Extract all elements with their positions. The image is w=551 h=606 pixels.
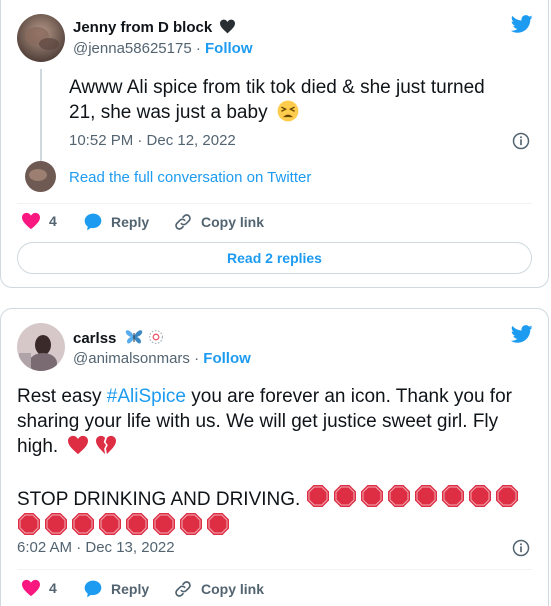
- hashtag-link[interactable]: #AliSpice: [107, 386, 186, 407]
- stop-sign-icon: [72, 513, 94, 535]
- butterfly-icon: [125, 330, 142, 344]
- read-conversation-link[interactable]: Read the full conversation on Twitter: [69, 169, 311, 186]
- reply-button[interactable]: Reply: [83, 579, 149, 599]
- thread-line: [40, 69, 42, 161]
- stop-signs-row-2: [17, 512, 522, 537]
- avatar[interactable]: [17, 14, 65, 62]
- stop-sign-icon: [180, 513, 202, 535]
- red-heart-icon: [68, 435, 89, 455]
- stop-sign-icon: [153, 513, 175, 535]
- stop-sign-icon: [306, 485, 329, 507]
- timestamp[interactable]: 10:52 PM · Dec 12, 2022: [69, 132, 236, 149]
- copy-link-label: Copy link: [201, 214, 265, 230]
- reply-label: Reply: [111, 214, 150, 230]
- black-heart-icon: [220, 19, 236, 34]
- stop-sign-icon: [333, 485, 356, 507]
- like-button[interactable]: 4: [21, 212, 57, 230]
- reply-label: Reply: [111, 581, 150, 597]
- author-handle[interactable]: @jenna58625175: [73, 40, 192, 57]
- copy-link-button[interactable]: Copy link: [173, 579, 264, 599]
- twitter-bird-icon[interactable]: [509, 13, 535, 35]
- link-icon: [175, 214, 191, 230]
- stop-sign-icon: [495, 485, 518, 507]
- separator: ·: [194, 350, 200, 367]
- like-count: 4: [49, 213, 57, 229]
- stop-signs-row-1: [306, 485, 522, 510]
- stop-sign-icon: [45, 513, 67, 535]
- stop-sign-icon: [414, 485, 437, 507]
- read-replies-button[interactable]: Read 2 replies: [17, 242, 532, 274]
- follow-link[interactable]: Follow: [203, 350, 251, 367]
- sparkle-badge-icon: [148, 329, 163, 345]
- stop-sign-icon: [360, 485, 383, 507]
- stop-sign-icon: [18, 513, 40, 535]
- like-count: 4: [49, 580, 57, 596]
- author-handle-row: @jenna58625175 · Follow: [73, 40, 253, 57]
- timestamp[interactable]: 6:02 AM · Dec 13, 2022: [17, 539, 175, 556]
- tweet-text: Rest easy #AliSpice you are forever an i…: [17, 384, 522, 537]
- stop-sign-icon: [387, 485, 410, 507]
- author-handle-row: @animalsonmars · Follow: [73, 350, 251, 367]
- author-handle[interactable]: @animalsonmars: [73, 350, 190, 367]
- avatar[interactable]: [17, 323, 65, 371]
- stop-sign-icon: [441, 485, 464, 507]
- heart-icon: [22, 579, 40, 597]
- stop-sign-icon: [126, 513, 148, 535]
- stop-sign-icon: [468, 485, 491, 507]
- follow-link[interactable]: Follow: [205, 40, 253, 57]
- copy-link-button[interactable]: Copy link: [173, 212, 264, 232]
- heart-icon: [22, 212, 40, 230]
- broken-heart-icon: [95, 435, 116, 455]
- info-icon[interactable]: [511, 131, 531, 151]
- reply-avatar[interactable]: [25, 161, 56, 192]
- tired-face-icon: [277, 100, 299, 122]
- author-name[interactable]: Jenny from D block: [73, 19, 236, 36]
- tweet-text: Awww Ali spice from tik tok died & she j…: [69, 77, 485, 123]
- divider: [17, 203, 532, 204]
- tweet-card-jenny: Jenny from D block @jenna58625175 · Foll…: [0, 0, 549, 288]
- divider: [17, 569, 532, 570]
- reply-button[interactable]: Reply: [83, 212, 149, 232]
- author-name[interactable]: carlss: [73, 329, 164, 347]
- reply-bubble-icon: [84, 580, 102, 598]
- link-icon: [175, 581, 191, 597]
- info-icon[interactable]: [511, 538, 531, 558]
- copy-link-label: Copy link: [201, 581, 265, 597]
- separator: ·: [195, 40, 201, 57]
- stop-sign-icon: [207, 513, 229, 535]
- like-button[interactable]: 4: [21, 579, 57, 597]
- tweet-card-carlss: carlss @animalsonmars · Follow Rest easy…: [0, 308, 549, 606]
- twitter-bird-icon[interactable]: [509, 323, 535, 345]
- stop-sign-icon: [99, 513, 121, 535]
- reply-bubble-icon: [84, 213, 102, 231]
